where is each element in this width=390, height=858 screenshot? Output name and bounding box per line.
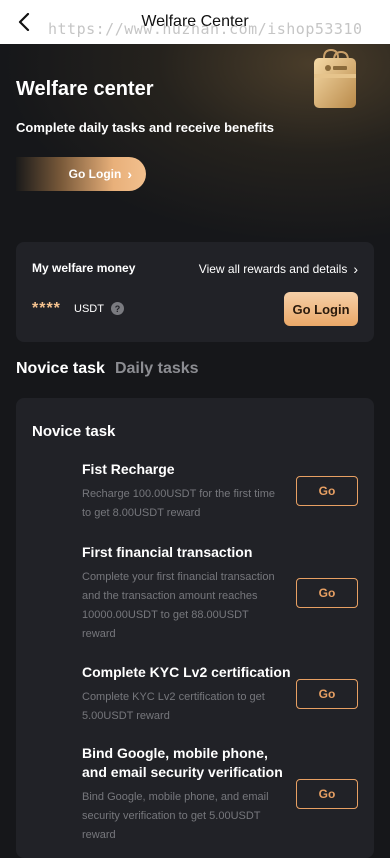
task-description: Bind Google, mobile phone, and email sec… [82, 791, 269, 841]
welfare-money-label: My welfare money [32, 261, 136, 275]
task-tabs: Novice task Daily tasks [16, 360, 199, 378]
watermark-text: https://www.huzhan.com/ishop53310 [48, 20, 363, 38]
task-go-button[interactable]: Go [296, 578, 358, 608]
welfare-amount-masked: **** [32, 300, 61, 317]
task-item: Fist Recharge Recharge 100.00USDT for th… [82, 460, 358, 523]
chevron-right-icon: › [127, 166, 132, 182]
task-item: Complete KYC Lv2 certification Complete … [82, 663, 358, 726]
help-question-icon[interactable]: ? [111, 302, 124, 315]
task-title: Bind Google, mobile phone, and email sec… [82, 745, 283, 780]
hero-login-button[interactable]: Go Login › [16, 157, 146, 191]
gift-bag-illustration [314, 48, 356, 108]
hero-subtitle: Complete daily tasks and receive benefit… [16, 120, 274, 135]
task-description: Complete your first financial transactio… [82, 571, 275, 640]
task-go-button[interactable]: Go [296, 679, 358, 709]
task-go-button[interactable]: Go [296, 476, 358, 506]
hero-title: Welfare center [16, 78, 154, 100]
view-all-rewards-link[interactable]: View all rewards and details › [199, 261, 358, 277]
task-title: Fist Recharge [82, 461, 175, 477]
task-title: First financial transaction [82, 544, 253, 560]
task-item: First financial transaction Complete you… [82, 543, 358, 644]
go-login-button[interactable]: Go Login [284, 292, 358, 326]
chevron-right-icon: › [353, 261, 358, 277]
task-title: Complete KYC Lv2 certification [82, 664, 291, 680]
novice-task-card: Novice task Fist Recharge Recharge 100.0… [16, 398, 374, 858]
tab-daily-tasks[interactable]: Daily tasks [115, 360, 199, 378]
task-item: Bind Google, mobile phone, and email sec… [82, 744, 358, 845]
currency-unit: USDT [74, 303, 104, 315]
task-description: Complete KYC Lv2 certification to get 5.… [82, 691, 265, 722]
task-go-button[interactable]: Go [296, 779, 358, 809]
hero-login-label: Go Login [68, 167, 122, 181]
view-all-label: View all rewards and details [198, 262, 348, 276]
welfare-money-card: My welfare money View all rewards and de… [16, 242, 374, 342]
tab-novice-task[interactable]: Novice task [16, 360, 105, 378]
hero-banner: Welfare center Complete daily tasks and … [0, 44, 390, 244]
task-description: Recharge 100.00USDT for the first time t… [82, 488, 275, 519]
task-card-title: Novice task [32, 423, 116, 440]
top-nav-bar: Welfare Center https://www.huzhan.com/is… [0, 0, 390, 44]
